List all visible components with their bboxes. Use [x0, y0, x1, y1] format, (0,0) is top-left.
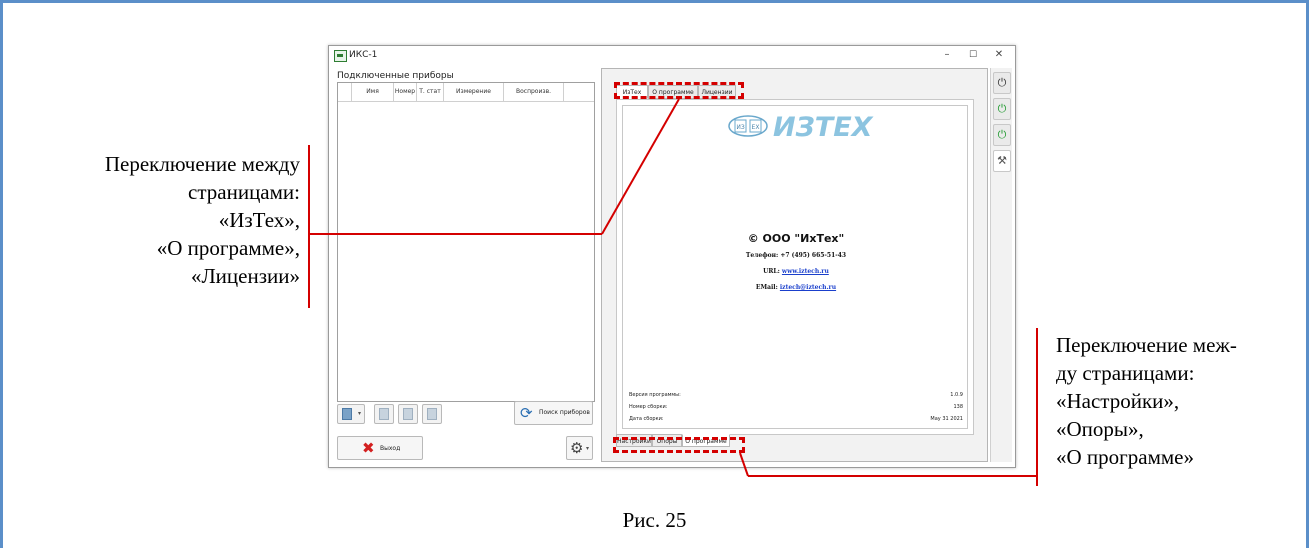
tools-icon[interactable]: ⚒: [993, 150, 1011, 172]
company-name: © ООО "ИхТех": [747, 232, 845, 245]
company-url-row: URL: www.iztech.ru: [623, 268, 969, 275]
company-email-row: EMail: iztech@iztech.ru: [623, 284, 969, 291]
annotation-left-line: «О программе»,: [156, 236, 300, 260]
disconnect-device-button[interactable]: [398, 404, 418, 424]
svg-text:ИЗТЕХ: ИЗТЕХ: [773, 112, 874, 141]
devices-panel: Подключенные приборы Имя Номер Т. стат И…: [337, 68, 595, 462]
about-frame: ИЗ ЕХ ИЗТЕХ © ООО "ИхТех" Телефон: +7 (4…: [622, 105, 968, 429]
power-green-icon[interactable]: ⏻: [993, 124, 1011, 146]
version-value: 1.0.9: [950, 392, 963, 398]
refresh-icon: ⟳: [520, 404, 533, 422]
annotation-left-line: «ИзТех»,: [218, 208, 300, 232]
download-icon: [379, 408, 389, 420]
column-header-name[interactable]: Имя: [352, 83, 394, 101]
version-label: Версия программы:: [629, 392, 681, 398]
chevron-down-icon: ▾: [586, 445, 590, 452]
row-header-cell: [338, 83, 352, 101]
company-phone: Телефон: +7 (495) 665-51-43: [745, 252, 847, 259]
devices-table[interactable]: Имя Номер Т. стат Измерение Воспроизв.: [337, 82, 595, 402]
close-button[interactable]: ✕: [987, 48, 1011, 62]
annotation-right-line: ду страницами:: [1056, 361, 1195, 385]
annotation-right-line: «Опоры»,: [1056, 417, 1144, 441]
download-device-button[interactable]: [374, 404, 394, 424]
annotation-left-line: страницами:: [188, 180, 300, 204]
annotation-right: Переключение меж- ду страницами: «Настро…: [1056, 331, 1306, 471]
search-devices-label: Поиск приборов: [539, 409, 590, 416]
website-link[interactable]: www.iztech.ru: [782, 268, 829, 275]
build-value: 138: [953, 404, 963, 410]
date-value: May 31 2021: [930, 416, 963, 422]
settings-menu-button[interactable]: ⚙ ▾: [566, 436, 593, 460]
highlight-top-tabs: [614, 82, 744, 99]
url-label: URL:: [763, 268, 780, 275]
gear-icon: ⚙: [570, 439, 584, 457]
email-label: EMail:: [755, 284, 778, 291]
chevron-down-icon: ▾: [358, 410, 362, 417]
figure-caption: Рис. 25: [622, 508, 687, 532]
side-toolbar: ⏻ ⏻ ⏻ ⚒: [990, 68, 1012, 462]
maximize-button[interactable]: ☐: [961, 48, 985, 62]
devices-group-title: Подключенные приборы: [337, 71, 454, 81]
annotation-right-line: Переключение меж-: [1056, 333, 1237, 357]
window-title: ИКС-1: [349, 50, 378, 60]
exit-button[interactable]: ✖ Выход: [337, 436, 423, 460]
company-logo: ИЗ ЕХ ИЗТЕХ: [728, 111, 888, 143]
remove-device-button[interactable]: [422, 404, 442, 424]
power-icon[interactable]: ⏻: [993, 72, 1011, 94]
exit-label: Выход: [380, 445, 401, 452]
close-red-icon: ✖: [362, 439, 375, 457]
app-icon: [334, 50, 347, 62]
add-device-icon: [342, 408, 352, 420]
remove-icon: [427, 408, 437, 420]
minimize-button[interactable]: –: [935, 48, 959, 62]
highlight-bottom-tabs: [613, 437, 745, 453]
annotation-left: Переключение между страницами: «ИзТех», …: [10, 150, 300, 290]
svg-text:ЕХ: ЕХ: [752, 124, 760, 131]
info-panel: ИзТех О программе Лицензии ИЗ ЕХ ИЗТЕХ ©…: [601, 68, 988, 462]
column-header-number[interactable]: Номер: [394, 83, 417, 101]
add-device-button[interactable]: ▾: [337, 404, 365, 424]
annotation-right-line: «О программе»: [1056, 445, 1194, 469]
build-label: Номер сборки:: [629, 404, 668, 410]
email-link[interactable]: iztech@iztech.ru: [780, 284, 836, 291]
svg-text:ИЗ: ИЗ: [736, 124, 744, 131]
annotation-left-line: Переключение между: [104, 152, 300, 176]
column-header-reproduction[interactable]: Воспроизв.: [504, 83, 564, 101]
date-label: Дата сборки:: [629, 416, 664, 422]
devices-table-header: Имя Номер Т. стат Измерение Воспроизв.: [338, 83, 594, 102]
power-green-icon[interactable]: ⏻: [993, 98, 1011, 120]
search-devices-button[interactable]: ⟳ Поиск приборов: [514, 401, 593, 425]
disconnect-icon: [403, 408, 413, 420]
app-window: ИКС-1 – ☐ ✕ Подключенные приборы Имя Ном…: [328, 45, 1016, 468]
annotation-right-line: «Настройки»,: [1056, 389, 1180, 413]
column-header-measurement[interactable]: Измерение: [444, 83, 504, 101]
column-header-tstat[interactable]: Т. стат: [417, 83, 444, 101]
annotation-left-line: «Лицензии»: [190, 264, 300, 288]
title-bar: ИКС-1 – ☐ ✕: [329, 46, 1015, 66]
tab-content: ИЗ ЕХ ИЗТЕХ © ООО "ИхТех" Телефон: +7 (4…: [616, 99, 974, 435]
